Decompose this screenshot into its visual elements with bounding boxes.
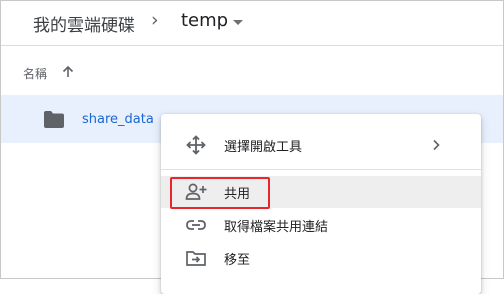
breadcrumb-current-folder[interactable]: temp bbox=[181, 10, 228, 31]
menu-item-label: 取得檔案共用連結 bbox=[224, 220, 329, 235]
link-icon bbox=[186, 220, 206, 230]
menu-divider bbox=[161, 169, 481, 170]
menu-item-label: 移至 bbox=[224, 253, 251, 268]
file-name[interactable]: share_data bbox=[82, 112, 154, 127]
breadcrumb-separator-icon: › bbox=[151, 9, 159, 31]
chevron-right-icon bbox=[433, 139, 440, 151]
open-with-icon bbox=[186, 135, 206, 155]
menu-item-open-with[interactable]: 選擇開啟工具 bbox=[161, 129, 481, 161]
menu-item-get-link[interactable]: 取得檔案共用連結 bbox=[161, 209, 481, 241]
breadcrumb-my-drive[interactable]: 我的雲端硬碟 bbox=[33, 11, 135, 36]
menu-item-move-to[interactable]: 移至 bbox=[161, 242, 481, 274]
column-header-name[interactable]: 名稱 bbox=[23, 65, 47, 82]
breadcrumb: 我的雲端硬碟 › temp bbox=[1, 1, 503, 46]
folder-icon bbox=[44, 111, 64, 128]
menu-item-label: 選擇開啟工具 bbox=[224, 140, 303, 155]
move-to-folder-icon bbox=[186, 251, 206, 266]
dropdown-caret-icon[interactable] bbox=[233, 20, 243, 25]
sort-ascending-icon[interactable] bbox=[61, 65, 75, 79]
highlight-annotation-box bbox=[170, 177, 270, 209]
